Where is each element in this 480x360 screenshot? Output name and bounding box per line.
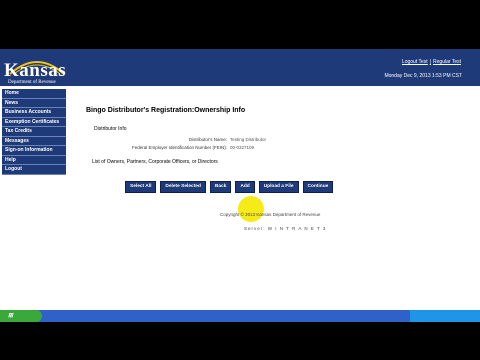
fein-value: 00-0327109 [230, 145, 255, 150]
header-datetime: Monday Dec 9, 2013 1:53 PM CST [384, 73, 462, 79]
sidebar-item-home[interactable]: Home [2, 89, 66, 99]
link-separator: | [429, 59, 432, 65]
section-label: Distributor Info [94, 126, 127, 132]
page-title: Bingo Distributor's Registration:Ownersh… [86, 107, 246, 114]
distributor-name-label: Distributor's Name: [188, 137, 227, 142]
sidebar-item-business-accounts[interactable]: Business Accounts [2, 108, 66, 118]
delete-selected-button[interactable]: Delete Selected [160, 181, 206, 193]
back-button[interactable]: Back [209, 181, 232, 193]
site-header [0, 49, 480, 86]
sidebar-item-logout[interactable]: Logout [2, 165, 66, 175]
sidebar-item-messages[interactable]: Messages [2, 136, 66, 146]
sidebar-item-help[interactable]: Help [2, 155, 66, 165]
sidebar-item-news[interactable]: News [2, 98, 66, 108]
cursor-highlight [238, 196, 264, 222]
distributor-name-value: Testing Distributor [230, 137, 267, 142]
fein-label: Federal Employer Identification Number (… [131, 145, 227, 150]
regular-link[interactable]: Regular Test [433, 59, 461, 65]
windows-icon: ⊞ [8, 313, 14, 319]
action-buttons: Select All Delete Selected Back Add Uplo… [125, 181, 334, 193]
taskbar [0, 310, 480, 322]
sidebar-item-exemption-certificates[interactable]: Exemption Certificates [2, 117, 66, 127]
server-text: Server: W I N T R A N E T 3 [244, 226, 327, 231]
owners-list-label: List of Owners, Partners, Corporate Offi… [92, 159, 218, 165]
system-tray [410, 310, 480, 322]
start-button[interactable]: ⊞ [0, 310, 42, 322]
add-button[interactable]: Add [235, 181, 255, 193]
top-links: Logout Test | Regular Test [401, 59, 462, 65]
logo-text: Kansas [4, 60, 67, 81]
browser-page [0, 49, 480, 310]
sidebar-nav: Home News Business Accounts Exemption Ce… [2, 89, 66, 175]
copyright-text: Copyright © 2013 Kansas Department of Re… [220, 212, 321, 217]
continue-button[interactable]: Continue [302, 181, 334, 193]
logout-link[interactable]: Logout Test [402, 59, 428, 65]
sidebar-item-sign-on-information[interactable]: Sign-on Information [2, 146, 66, 156]
upload-file-button[interactable]: Upload a File [258, 181, 299, 193]
sidebar-item-tax-credits[interactable]: Tax Credits [2, 127, 66, 137]
logo-subtext: Department of Revenue [8, 80, 56, 85]
select-all-button[interactable]: Select All [125, 181, 157, 193]
